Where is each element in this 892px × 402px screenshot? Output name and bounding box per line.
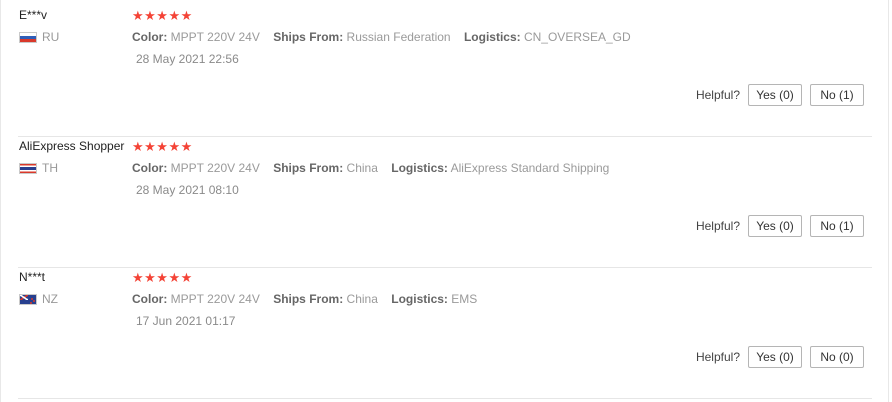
ships-from-value: Russian Federation	[346, 30, 451, 44]
star-rating: ★★★★★	[132, 8, 193, 23]
ships-from-value: China	[346, 292, 378, 306]
review-attributes: Color: MPPT 220V 24V Ships From: Russian…	[132, 30, 641, 44]
reviewer-name: AliExpress Shopper	[19, 139, 125, 153]
helpful-label: Helpful?	[695, 88, 740, 102]
logistics-value: AliExpress Standard Shipping	[450, 161, 610, 175]
new-zealand-flag-icon	[19, 293, 37, 305]
color-value: MPPT 220V 24V	[170, 292, 260, 306]
reviewer-country: NZ	[19, 292, 58, 306]
ships-from-value: China	[346, 161, 378, 175]
reviewer-name: N***t	[19, 270, 46, 284]
ships-from-label: Ships From:	[273, 30, 344, 44]
review-item: E***v RU ★★★★★ Color: MPPT 220V 24V Ship…	[0, 6, 872, 137]
helpful-yes-button[interactable]: Yes (0)	[748, 215, 802, 237]
reviewer-country: TH	[19, 161, 58, 175]
thailand-flag-icon	[19, 162, 37, 174]
star-rating: ★★★★★	[132, 139, 193, 154]
review-attributes: Color: MPPT 220V 24V Ships From: China L…	[132, 161, 619, 175]
ships-from-label: Ships From:	[273, 161, 344, 175]
logistics-label: Logistics:	[391, 161, 448, 175]
review-item: N***t NZ ★★★★★ Color: MPPT 220V 24V Ship…	[0, 268, 872, 399]
logistics-label: Logistics:	[463, 30, 521, 44]
country-code: RU	[42, 30, 60, 44]
logistics-value: EMS	[451, 292, 478, 306]
reviewer-country: RU	[19, 30, 59, 44]
color-value: MPPT 220V 24V	[170, 30, 260, 44]
logistics-value: CN_OVERSEA_GD	[523, 30, 631, 44]
review-attributes: Color: MPPT 220V 24V Ships From: China L…	[132, 292, 487, 306]
reviewer-name: E***v	[19, 8, 48, 22]
color-label: Color:	[132, 30, 168, 44]
helpful-controls: Helpful? Yes (0) No (0)	[696, 346, 864, 368]
logistics-label: Logistics:	[391, 292, 448, 306]
country-code: NZ	[42, 292, 58, 306]
right-border	[888, 0, 889, 402]
helpful-yes-button[interactable]: Yes (0)	[748, 346, 802, 368]
review-divider	[18, 398, 872, 399]
ships-from-label: Ships From:	[273, 292, 344, 306]
country-code: TH	[42, 161, 58, 175]
helpful-no-button[interactable]: No (1)	[810, 215, 864, 237]
helpful-no-button[interactable]: No (0)	[810, 346, 864, 368]
color-value: MPPT 220V 24V	[170, 161, 260, 175]
russia-flag-icon	[19, 31, 37, 43]
helpful-controls: Helpful? Yes (0) No (1)	[696, 215, 864, 237]
helpful-controls: Helpful? Yes (0) No (1)	[696, 84, 864, 106]
color-label: Color:	[132, 161, 168, 175]
review-date: 28 May 2021 22:56	[136, 52, 239, 66]
review-date: 28 May 2021 08:10	[136, 183, 239, 197]
review-date: 17 Jun 2021 01:17	[136, 314, 236, 328]
helpful-label: Helpful?	[695, 219, 740, 233]
helpful-label: Helpful?	[695, 350, 740, 364]
review-item: AliExpress Shopper TH ★★★★★ Color: MPPT …	[0, 137, 872, 268]
star-rating: ★★★★★	[132, 270, 193, 285]
color-label: Color:	[132, 292, 168, 306]
helpful-no-button[interactable]: No (1)	[810, 84, 864, 106]
helpful-yes-button[interactable]: Yes (0)	[748, 84, 802, 106]
